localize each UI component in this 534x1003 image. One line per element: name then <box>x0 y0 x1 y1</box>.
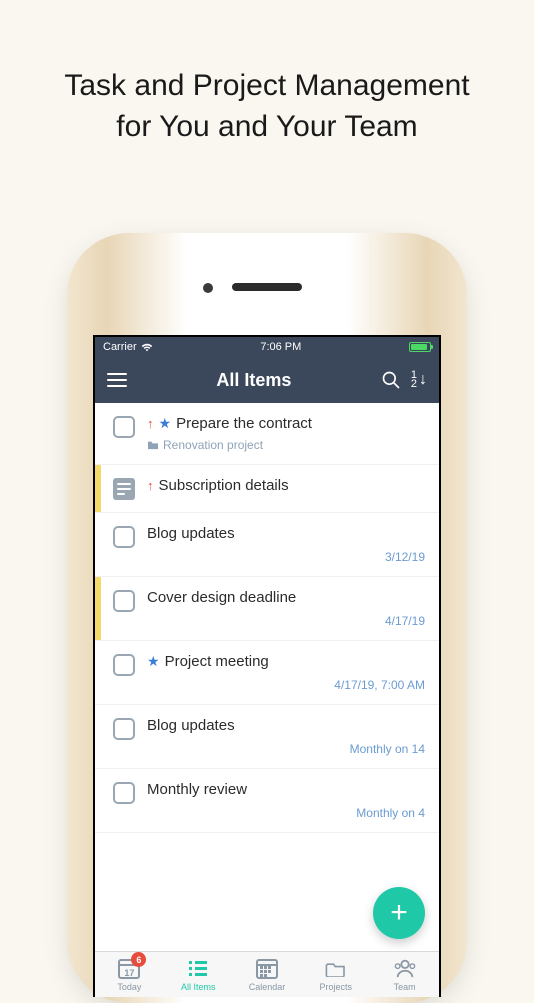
task-row[interactable]: Blog updates Monthly on 14 <box>95 705 439 769</box>
priority-stripe <box>95 577 101 640</box>
battery-icon <box>409 342 431 352</box>
task-row[interactable]: ↑ Subscription details <box>95 465 439 513</box>
task-title: Subscription details <box>159 477 289 494</box>
status-time: 7:06 PM <box>153 341 409 353</box>
task-checkbox[interactable] <box>113 718 135 740</box>
tab-all-items-label: All Items <box>181 982 216 992</box>
menu-button[interactable] <box>107 373 127 387</box>
task-body: ↑ ★Prepare the contract Renovation project <box>147 415 425 452</box>
task-row[interactable]: ★ Project meeting 4/17/19, 7:00 AM <box>95 641 439 705</box>
task-row[interactable]: Cover design deadline 4/17/19 <box>95 577 439 641</box>
star-icon: ★ <box>159 415 172 432</box>
note-icon <box>113 478 135 500</box>
task-project-label: Renovation project <box>163 438 263 452</box>
task-title: Blog updates <box>147 717 235 734</box>
add-button[interactable]: + <box>373 887 425 939</box>
tab-today-label: Today <box>117 982 141 992</box>
task-checkbox[interactable] <box>113 782 135 804</box>
tab-calendar[interactable]: Calendar <box>233 952 302 997</box>
arrow-down-icon: ↓ <box>419 371 427 389</box>
promo-line-2: for You and Your Team <box>116 110 417 143</box>
team-icon <box>394 958 416 980</box>
tab-bar: 17 6 Today All Items <box>95 951 439 997</box>
star-icon: ★ <box>147 653 160 670</box>
folder-icon <box>325 961 347 977</box>
task-date: Monthly on 4 <box>147 806 425 820</box>
promo-line-1: Task and Project Management <box>64 69 469 102</box>
promo-title: Task and Project Management for You and … <box>0 0 534 147</box>
folder-small-icon <box>147 440 159 450</box>
priority-icon: ↑ <box>147 478 154 493</box>
task-checkbox[interactable] <box>113 590 135 612</box>
task-date: Monthly on 14 <box>147 742 425 756</box>
task-date: 3/12/19 <box>147 550 425 564</box>
task-body: ↑ Subscription details <box>147 477 425 494</box>
task-body: Monthly review Monthly on 4 <box>147 781 425 820</box>
task-body: ★ Project meeting 4/17/19, 7:00 AM <box>147 653 425 692</box>
carrier-label: Carrier <box>103 341 137 353</box>
task-checkbox[interactable] <box>113 654 135 676</box>
task-title: Prepare the contract <box>176 415 312 432</box>
task-checkbox[interactable] <box>113 526 135 548</box>
tab-team[interactable]: Team <box>370 952 439 997</box>
task-list[interactable]: ↑★Prepare the contractRenovation project… <box>95 403 439 951</box>
tab-all-items[interactable]: All Items <box>164 952 233 997</box>
task-title: Monthly review <box>147 781 247 798</box>
sort-button[interactable]: 1 2 ↓ <box>411 371 427 389</box>
sort-num-bottom: 2 <box>411 380 417 389</box>
task-row[interactable]: ↑ ★Prepare the contract Renovation project <box>95 403 439 465</box>
tab-team-label: Team <box>394 982 416 992</box>
task-body: Blog updates Monthly on 14 <box>147 717 425 756</box>
task-title: Blog updates <box>147 525 235 542</box>
task-project: Renovation project <box>147 438 425 452</box>
tab-projects[interactable]: Projects <box>301 952 370 997</box>
status-bar: Carrier 7:06 PM <box>95 337 439 357</box>
plus-icon: + <box>390 896 408 930</box>
task-date: 4/17/19 <box>147 614 425 628</box>
task-body: Blog updates 3/12/19 <box>147 525 425 564</box>
tab-calendar-label: Calendar <box>249 982 286 992</box>
today-day-number: 17 <box>120 968 138 978</box>
tab-today[interactable]: 17 6 Today <box>95 952 164 997</box>
wifi-icon <box>141 343 153 352</box>
phone-speaker <box>232 283 302 291</box>
nav-bar: All Items 1 2 ↓ <box>95 357 439 403</box>
priority-icon: ↑ <box>147 416 154 431</box>
task-checkbox[interactable] <box>113 416 135 438</box>
list-icon <box>189 961 207 976</box>
phone-frame: Carrier 7:06 PM All Items 1 <box>72 238 462 998</box>
task-row[interactable]: Blog updates 3/12/19 <box>95 513 439 577</box>
app-screen: Carrier 7:06 PM All Items 1 <box>93 335 441 997</box>
nav-title: All Items <box>137 370 371 391</box>
calendar-icon <box>256 959 278 979</box>
task-title: Cover design deadline <box>147 589 296 606</box>
phone-camera-dot <box>203 283 213 293</box>
tab-projects-label: Projects <box>320 982 353 992</box>
task-title: Project meeting <box>165 653 269 670</box>
task-row[interactable]: Monthly review Monthly on 4 <box>95 769 439 833</box>
search-icon[interactable] <box>381 370 401 390</box>
task-date: 4/17/19, 7:00 AM <box>147 678 425 692</box>
today-badge: 6 <box>131 952 146 967</box>
priority-stripe <box>95 465 101 512</box>
task-body: Cover design deadline 4/17/19 <box>147 589 425 628</box>
